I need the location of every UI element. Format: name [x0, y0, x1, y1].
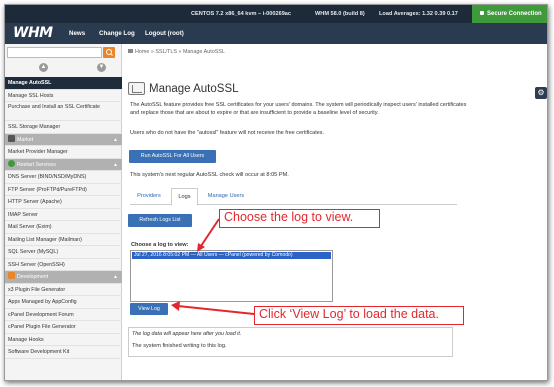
sidebar-item-ssh-server[interactable]: SSH Server (OpenSSH) [5, 259, 122, 271]
sidebar-category-development[interactable]: Development ▲ [5, 271, 122, 284]
view-log-callout: Click ‘View Log’ to load the data. [254, 306, 464, 325]
breadcrumb[interactable]: Home » SSL/TLS » Manage AutoSSL [128, 49, 225, 55]
tab-providers[interactable]: Providers [130, 188, 168, 205]
chevron-up-icon: ▲ [113, 161, 118, 168]
sidebar-category-label: Market [17, 136, 34, 143]
refresh-logs-button[interactable]: Refresh Logs List [128, 214, 192, 227]
view-log-button[interactable]: View Log [130, 303, 168, 315]
next-check-text: This system's next regular AutoSSL check… [130, 172, 289, 178]
nav-news-link[interactable]: News [69, 30, 85, 37]
cart-icon [8, 134, 15, 142]
whm-version: WHM 58.0 (build 8) [315, 11, 365, 17]
tab-manage-users[interactable]: Manage Users [202, 188, 250, 205]
log-placeholder-text: The log data will appear here after you … [132, 331, 242, 337]
sidebar-item-appconfig[interactable]: Apps Managed by AppConfig [5, 296, 122, 309]
tab-bar: Providers Logs Manage Users [130, 188, 457, 206]
sidebar-item-cpanel-plugin[interactable]: cPanel Plugin File Generator [5, 321, 122, 334]
chevron-up-icon: ▲ [113, 136, 118, 143]
sidebar-menu: Manage AutoSSL Manage SSL Hosts Purchase… [5, 77, 122, 359]
log-output-panel: The log data will appear here after you … [128, 327, 453, 357]
log-output-text: The system finished writing to this log. [132, 343, 227, 349]
breadcrumb-text: Home » SSL/TLS » Manage AutoSSL [135, 49, 225, 55]
autossl-icon [128, 82, 145, 95]
sidebar: ▲ ▼ Manage AutoSSL Manage SSL Hosts Purc… [5, 44, 122, 380]
sidebar-item-dns-server[interactable]: DNS Server (BIND/NSD/MyDNS) [5, 171, 122, 184]
sidebar-item-manage-autossl[interactable]: Manage AutoSSL [5, 77, 122, 90]
secure-connection-label: Secure Connection [487, 11, 542, 17]
nav-changelog-link[interactable]: Change Log [99, 30, 135, 37]
collapse-all-icon[interactable]: ▲ [39, 63, 48, 72]
tab-logs[interactable]: Logs [171, 188, 198, 206]
sidebar-item-purchase-ssl[interactable]: Purchase and Install an SSL Certificate [5, 102, 122, 121]
search-icon[interactable] [103, 47, 115, 58]
log-list-select[interactable]: Jul 27, 2016 8:05:02 PM — All Users — cP… [130, 250, 333, 302]
page-title: Manage AutoSSL [149, 83, 239, 95]
sidebar-controls: ▲ ▼ [5, 62, 122, 74]
sidebar-item-sdk[interactable]: Software Development Kit [5, 346, 122, 359]
sidebar-search-input[interactable] [7, 47, 102, 58]
main-navbar: WHM News Change Log Logout (root) [5, 23, 547, 44]
sidebar-item-manage-ssl-hosts[interactable]: Manage SSL Hosts [5, 90, 122, 102]
choose-log-callout: Choose the log to view. [219, 209, 380, 228]
home-icon [128, 49, 133, 53]
sidebar-category-restart-services[interactable]: Restart Services ▲ [5, 158, 122, 171]
sidebar-item-http-server[interactable]: HTTP Server (Apache) [5, 196, 122, 209]
page-description: The AutoSSL feature provides free SSL ce… [130, 102, 467, 116]
run-autossl-button[interactable]: Run AutoSSL For All Users [129, 150, 216, 163]
lock-icon [480, 11, 484, 15]
log-option-selected[interactable]: Jul 27, 2016 8:05:02 PM — All Users — cP… [132, 252, 331, 259]
sidebar-item-x3-plugin[interactable]: x3 Plugin File Generator [5, 284, 122, 296]
nav-logout-link[interactable]: Logout (root) [145, 30, 184, 37]
sidebar-item-ftp-server[interactable]: FTP Server (ProFTPd/PureFTPd) [5, 184, 122, 196]
sidebar-item-mail-server[interactable]: Mail Server (Exim) [5, 221, 122, 234]
secure-connection-badge: Secure Connection [472, 5, 547, 23]
feature-note: Users who do not have the "autossl" feat… [130, 130, 325, 136]
sidebar-item-market-provider[interactable]: Market Provider Manager [5, 146, 122, 159]
sidebar-category-market[interactable]: Market ▲ [5, 133, 122, 146]
sidebar-item-manage-hooks[interactable]: Manage Hooks [5, 334, 122, 346]
sidebar-category-label: Restart Services [17, 161, 56, 168]
sidebar-item-sql-server[interactable]: SQL Server (MySQL) [5, 246, 122, 259]
chevron-up-icon: ▲ [113, 274, 118, 280]
sidebar-item-imap-server[interactable]: IMAP Server [5, 209, 122, 221]
choose-log-label: Choose a log to view: [131, 242, 189, 248]
whm-logo[interactable]: WHM [13, 25, 53, 41]
restart-icon [8, 159, 15, 167]
server-os: CENTOS 7.2 x86_64 kvm – i-000269ac [191, 11, 292, 17]
server-status-bar: CENTOS 7.2 x86_64 kvm – i-000269ac WHM 5… [5, 5, 547, 23]
sidebar-item-ssl-storage[interactable]: SSL Storage Manager [5, 121, 122, 134]
sidebar-category-label: Development [17, 274, 49, 280]
wrench-icon [8, 272, 15, 279]
load-averages: Load Averages: 1.32 0.39 0.17 [379, 11, 458, 17]
gear-icon[interactable]: ⚙ [535, 87, 547, 99]
expand-all-icon[interactable]: ▼ [97, 63, 106, 72]
sidebar-item-mailing-list[interactable]: Mailing List Manager (Mailman) [5, 234, 122, 246]
sidebar-item-dev-forum[interactable]: cPanel Development Forum [5, 309, 122, 321]
